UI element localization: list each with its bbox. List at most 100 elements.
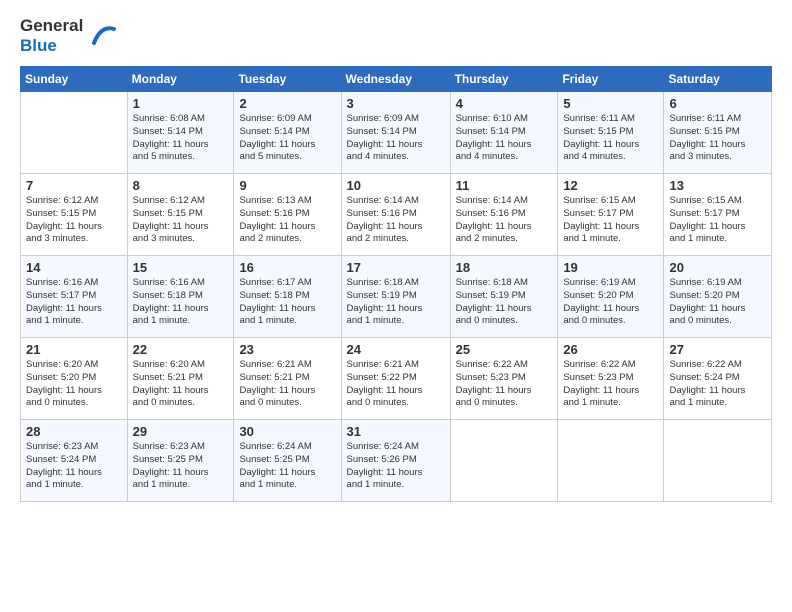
day-number: 16 bbox=[239, 260, 335, 275]
day-info: Sunrise: 6:15 AMSunset: 5:17 PMDaylight:… bbox=[669, 195, 766, 246]
calendar-cell: 11 Sunrise: 6:14 AMSunset: 5:16 PMDayligh… bbox=[450, 174, 558, 256]
logo: General Blue bbox=[20, 16, 116, 56]
day-number: 8 bbox=[133, 178, 229, 193]
calendar-cell: 15 Sunrise: 6:16 AMSunset: 5:18 PMDayligh… bbox=[127, 256, 234, 338]
day-info: Sunrise: 6:24 AMSunset: 5:25 PMDaylight:… bbox=[239, 441, 335, 492]
calendar-cell: 24 Sunrise: 6:21 AMSunset: 5:22 PMDayligh… bbox=[341, 338, 450, 420]
main-container: General Blue SundayMondayTuesdayWednesda… bbox=[0, 0, 792, 512]
calendar-table: SundayMondayTuesdayWednesdayThursdayFrid… bbox=[20, 66, 772, 502]
day-info: Sunrise: 6:11 AMSunset: 5:15 PMDaylight:… bbox=[669, 113, 766, 164]
day-number: 10 bbox=[347, 178, 445, 193]
day-info: Sunrise: 6:21 AMSunset: 5:22 PMDaylight:… bbox=[347, 359, 445, 410]
logo-blue: Blue bbox=[20, 36, 83, 56]
day-number: 1 bbox=[133, 96, 229, 111]
calendar-cell: 8 Sunrise: 6:12 AMSunset: 5:15 PMDaylight… bbox=[127, 174, 234, 256]
calendar-cell: 27 Sunrise: 6:22 AMSunset: 5:24 PMDayligh… bbox=[664, 338, 772, 420]
calendar-cell: 12 Sunrise: 6:15 AMSunset: 5:17 PMDayligh… bbox=[558, 174, 664, 256]
calendar-cell: 19 Sunrise: 6:19 AMSunset: 5:20 PMDayligh… bbox=[558, 256, 664, 338]
day-number: 5 bbox=[563, 96, 658, 111]
day-info: Sunrise: 6:10 AMSunset: 5:14 PMDaylight:… bbox=[456, 113, 553, 164]
calendar-cell: 23 Sunrise: 6:21 AMSunset: 5:21 PMDayligh… bbox=[234, 338, 341, 420]
calendar-cell: 30 Sunrise: 6:24 AMSunset: 5:25 PMDayligh… bbox=[234, 420, 341, 502]
day-info: Sunrise: 6:14 AMSunset: 5:16 PMDaylight:… bbox=[347, 195, 445, 246]
weekday-header-tuesday: Tuesday bbox=[234, 67, 341, 92]
calendar-cell: 18Sunrise: 6:18 AMSunset: 5:19 PMDayligh… bbox=[450, 256, 558, 338]
weekday-header-sunday: Sunday bbox=[21, 67, 128, 92]
calendar-cell: 7 Sunrise: 6:12 AMSunset: 5:15 PMDaylight… bbox=[21, 174, 128, 256]
day-info: Sunrise: 6:08 AMSunset: 5:14 PMDaylight:… bbox=[133, 113, 229, 164]
day-number: 11 bbox=[456, 178, 553, 193]
calendar-cell: 6 Sunrise: 6:11 AMSunset: 5:15 PMDaylight… bbox=[664, 92, 772, 174]
day-info: Sunrise: 6:19 AMSunset: 5:20 PMDaylight:… bbox=[563, 277, 658, 328]
day-number: 7 bbox=[26, 178, 122, 193]
day-info: Sunrise: 6:14 AMSunset: 5:16 PMDaylight:… bbox=[456, 195, 553, 246]
day-number: 15 bbox=[133, 260, 229, 275]
calendar-cell bbox=[450, 420, 558, 502]
day-number: 23 bbox=[239, 342, 335, 357]
week-row-4: 21Sunrise: 6:20 AMSunset: 5:20 PMDayligh… bbox=[21, 338, 772, 420]
day-number: 28 bbox=[26, 424, 122, 439]
day-info: Sunrise: 6:09 AMSunset: 5:14 PMDaylight:… bbox=[239, 113, 335, 164]
day-info: Sunrise: 6:18 AMSunset: 5:19 PMDaylight:… bbox=[456, 277, 553, 328]
day-number: 4 bbox=[456, 96, 553, 111]
day-number: 19 bbox=[563, 260, 658, 275]
day-info: Sunrise: 6:19 AMSunset: 5:20 PMDaylight:… bbox=[669, 277, 766, 328]
day-info: Sunrise: 6:23 AMSunset: 5:24 PMDaylight:… bbox=[26, 441, 122, 492]
day-info: Sunrise: 6:20 AMSunset: 5:20 PMDaylight:… bbox=[26, 359, 122, 410]
day-number: 2 bbox=[239, 96, 335, 111]
day-info: Sunrise: 6:21 AMSunset: 5:21 PMDaylight:… bbox=[239, 359, 335, 410]
weekday-header-monday: Monday bbox=[127, 67, 234, 92]
calendar-cell: 16 Sunrise: 6:17 AMSunset: 5:18 PMDayligh… bbox=[234, 256, 341, 338]
day-info: Sunrise: 6:12 AMSunset: 5:15 PMDaylight:… bbox=[26, 195, 122, 246]
calendar-cell: 1 Sunrise: 6:08 AMSunset: 5:14 PMDaylight… bbox=[127, 92, 234, 174]
logo-text: General Blue bbox=[20, 16, 116, 56]
day-number: 30 bbox=[239, 424, 335, 439]
day-info: Sunrise: 6:17 AMSunset: 5:18 PMDaylight:… bbox=[239, 277, 335, 328]
day-number: 27 bbox=[669, 342, 766, 357]
day-number: 24 bbox=[347, 342, 445, 357]
day-number: 17 bbox=[347, 260, 445, 275]
calendar-cell: 20 Sunrise: 6:19 AMSunset: 5:20 PMDayligh… bbox=[664, 256, 772, 338]
calendar-cell: 5 Sunrise: 6:11 AMSunset: 5:15 PMDaylight… bbox=[558, 92, 664, 174]
day-info: Sunrise: 6:16 AMSunset: 5:18 PMDaylight:… bbox=[133, 277, 229, 328]
calendar-cell: 2 Sunrise: 6:09 AMSunset: 5:14 PMDaylight… bbox=[234, 92, 341, 174]
calendar-cell: 31 Sunrise: 6:24 AMSunset: 5:26 PMDayligh… bbox=[341, 420, 450, 502]
weekday-header-wednesday: Wednesday bbox=[341, 67, 450, 92]
day-number: 31 bbox=[347, 424, 445, 439]
day-number: 29 bbox=[133, 424, 229, 439]
calendar-cell bbox=[664, 420, 772, 502]
day-info: Sunrise: 6:11 AMSunset: 5:15 PMDaylight:… bbox=[563, 113, 658, 164]
day-number: 6 bbox=[669, 96, 766, 111]
weekday-header-thursday: Thursday bbox=[450, 67, 558, 92]
day-info: Sunrise: 6:12 AMSunset: 5:15 PMDaylight:… bbox=[133, 195, 229, 246]
day-number: 20 bbox=[669, 260, 766, 275]
day-info: Sunrise: 6:09 AMSunset: 5:14 PMDaylight:… bbox=[347, 113, 445, 164]
weekday-header-saturday: Saturday bbox=[664, 67, 772, 92]
day-info: Sunrise: 6:18 AMSunset: 5:19 PMDaylight:… bbox=[347, 277, 445, 328]
day-info: Sunrise: 6:15 AMSunset: 5:17 PMDaylight:… bbox=[563, 195, 658, 246]
calendar-cell: 22 Sunrise: 6:20 AMSunset: 5:21 PMDayligh… bbox=[127, 338, 234, 420]
calendar-cell: 4 Sunrise: 6:10 AMSunset: 5:14 PMDaylight… bbox=[450, 92, 558, 174]
calendar-cell: 17 Sunrise: 6:18 AMSunset: 5:19 PMDayligh… bbox=[341, 256, 450, 338]
calendar-cell: 26Sunrise: 6:22 AMSunset: 5:23 PMDayligh… bbox=[558, 338, 664, 420]
header: General Blue bbox=[20, 16, 772, 56]
day-number: 13 bbox=[669, 178, 766, 193]
day-info: Sunrise: 6:23 AMSunset: 5:25 PMDaylight:… bbox=[133, 441, 229, 492]
calendar-cell bbox=[21, 92, 128, 174]
week-row-5: 28 Sunrise: 6:23 AMSunset: 5:24 PMDayligh… bbox=[21, 420, 772, 502]
day-number: 22 bbox=[133, 342, 229, 357]
day-number: 25 bbox=[456, 342, 553, 357]
week-row-1: 1 Sunrise: 6:08 AMSunset: 5:14 PMDaylight… bbox=[21, 92, 772, 174]
day-info: Sunrise: 6:20 AMSunset: 5:21 PMDaylight:… bbox=[133, 359, 229, 410]
day-info: Sunrise: 6:24 AMSunset: 5:26 PMDaylight:… bbox=[347, 441, 445, 492]
logo-icon bbox=[86, 21, 116, 51]
day-number: 12 bbox=[563, 178, 658, 193]
calendar-cell: 29 Sunrise: 6:23 AMSunset: 5:25 PMDayligh… bbox=[127, 420, 234, 502]
calendar-cell: 13 Sunrise: 6:15 AMSunset: 5:17 PMDayligh… bbox=[664, 174, 772, 256]
week-row-3: 14Sunrise: 6:16 AMSunset: 5:17 PMDayligh… bbox=[21, 256, 772, 338]
day-info: Sunrise: 6:22 AMSunset: 5:23 PMDaylight:… bbox=[456, 359, 553, 410]
day-info: Sunrise: 6:22 AMSunset: 5:24 PMDaylight:… bbox=[669, 359, 766, 410]
calendar-cell: 25 Sunrise: 6:22 AMSunset: 5:23 PMDayligh… bbox=[450, 338, 558, 420]
day-number: 3 bbox=[347, 96, 445, 111]
weekday-header-friday: Friday bbox=[558, 67, 664, 92]
